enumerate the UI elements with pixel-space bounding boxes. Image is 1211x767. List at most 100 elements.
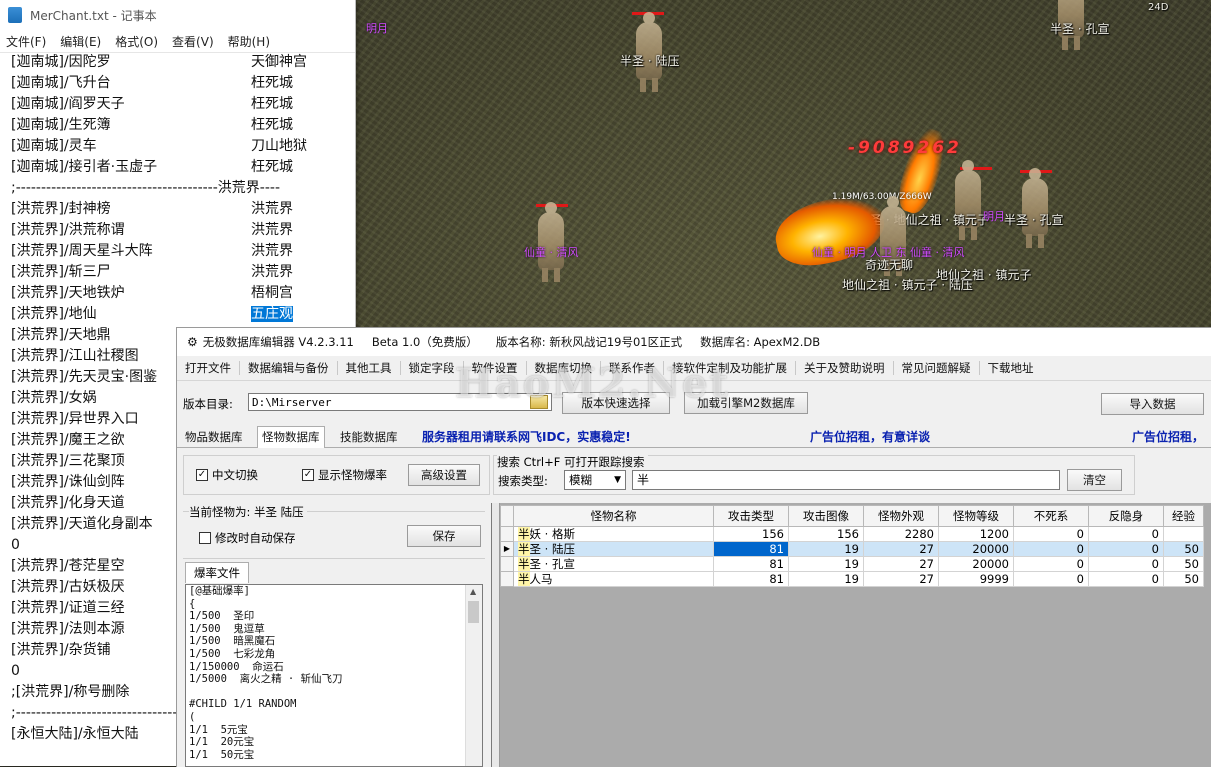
menu-open-file[interactable]: 打开文件 [177, 361, 240, 375]
table-cell[interactable]: 0 [1013, 526, 1089, 542]
table-cell[interactable]: 27 [863, 541, 939, 557]
table-cell[interactable]: 0 [1088, 541, 1164, 557]
save-button[interactable]: 保存 [407, 525, 481, 547]
menu-help[interactable]: 帮助(H) [228, 33, 270, 50]
table-cell[interactable]: 0 [1088, 556, 1164, 572]
table-cell[interactable]: 50 [1163, 571, 1204, 587]
notepad-line[interactable]: [迦南城]/阎罗天子 枉死城 [0, 94, 355, 115]
notepad-line[interactable]: [迦南城]/灵车 刀山地狱 [0, 136, 355, 157]
search-input[interactable]: 半 [632, 470, 1060, 490]
table-cell[interactable]: 0 [1013, 571, 1089, 587]
menu-format[interactable]: 格式(O) [115, 33, 158, 50]
notepad-line[interactable]: [迦南城]/飞升台 枉死城 [0, 73, 355, 94]
ad-text[interactable]: 广告位招租， [1132, 428, 1204, 445]
table-row[interactable]: 半妖 · 格斯 156 156 2280 1200 0 0 [500, 526, 1204, 542]
col-header[interactable]: 不死系 [1013, 505, 1089, 527]
editor-titlebar[interactable]: ⚙ 无极数据库编辑器 V4.2.3.11 Beta 1.0（免费版） 版本名称:… [177, 328, 1211, 356]
col-header[interactable]: 怪物等级 [938, 505, 1014, 527]
table-cell[interactable]: 20000 [938, 556, 1014, 572]
table-cell[interactable]: 27 [863, 556, 939, 572]
dir-input[interactable]: D:\Mirserver [248, 393, 552, 411]
drop-file-text[interactable]: [@基础爆率]{1/500 圣印 1/500 鬼逗草 1/500 暗黑魔石 1/500… [185, 584, 483, 767]
menu-file[interactable]: 文件(F) [6, 33, 46, 50]
col-header[interactable]: 攻击类型 [713, 505, 789, 527]
notepad-line[interactable]: [迦南城]/生死簿 枉死城 [0, 115, 355, 136]
menu-software-settings[interactable]: 软件设置 [464, 361, 527, 375]
advanced-settings-button[interactable]: 高级设置 [408, 464, 480, 486]
autosave-checkbox[interactable]: 修改时自动保存 [199, 530, 296, 546]
table-cell[interactable]: 50 [1163, 556, 1204, 572]
show-drop-rate-checkbox[interactable]: ✓ 显示怪物爆率 [302, 467, 387, 483]
cell-monster-name[interactable]: 半圣 · 孔宣 [513, 556, 714, 572]
table-cell[interactable]: 2280 [863, 526, 939, 542]
row-indicator[interactable] [500, 571, 514, 587]
cell-monster-name[interactable]: 半妖 · 格斯 [513, 526, 714, 542]
notepad-line[interactable]: [洪荒界]/封神榜 洪荒界 [0, 199, 355, 220]
table-cell[interactable]: 19 [788, 541, 864, 557]
table-cell[interactable]: 9999 [938, 571, 1014, 587]
tab-skill-db[interactable]: 技能数据库 [336, 428, 402, 446]
notepad-line[interactable]: [迦南城]/接引者·玉虚子 枉死城 [0, 157, 355, 178]
menu-contact-author[interactable]: 联系作者 [601, 361, 664, 375]
col-header[interactable]: 经验 [1163, 505, 1204, 527]
notepad-line[interactable]: [洪荒界]/斩三尸 洪荒界 [0, 262, 355, 283]
row-indicator[interactable] [500, 556, 514, 572]
table-cell[interactable]: 81 [713, 556, 789, 572]
scroll-thumb[interactable] [468, 601, 479, 623]
menu-view[interactable]: 查看(V) [172, 33, 214, 50]
notepad-line[interactable]: [洪荒界]/洪荒称谓 洪荒界 [0, 220, 355, 241]
table-cell[interactable]: 19 [788, 556, 864, 572]
cell-monster-name[interactable]: 半人马 [513, 571, 714, 587]
tab-monster-db[interactable]: 怪物数据库 [257, 426, 325, 448]
table-cell[interactable]: 50 [1163, 541, 1204, 557]
table-cell[interactable]: 81 [713, 541, 789, 557]
version-select-button[interactable]: 版本快速选择 [562, 392, 670, 414]
grid-splitter[interactable] [492, 503, 500, 767]
menu-db-switch[interactable]: 数据库切换 [527, 361, 601, 375]
table-cell[interactable]: 0 [1088, 526, 1164, 542]
row-pointer-icon[interactable]: ▶ [500, 541, 514, 557]
folder-icon[interactable] [530, 395, 548, 409]
table-cell[interactable]: 20000 [938, 541, 1014, 557]
scroll-up-icon[interactable]: ▲ [470, 587, 476, 596]
table-row[interactable]: 半人马 81 19 27 9999 0 0 50 [500, 571, 1204, 587]
table-cell[interactable]: 81 [713, 571, 789, 587]
col-header[interactable]: 反隐身 [1088, 505, 1164, 527]
table-row[interactable]: ▶ 半圣 · 陆压 81 19 27 20000 0 0 50 [500, 541, 1204, 557]
menu-edit[interactable]: 编辑(E) [60, 33, 101, 50]
table-cell[interactable]: 19 [788, 571, 864, 587]
menu-faq[interactable]: 常见问题解疑 [894, 361, 980, 375]
ad-text[interactable]: 广告位招租，有意详谈 [810, 428, 930, 445]
ad-text[interactable]: 服务器租用请联系网飞IDC，实惠稳定! [422, 428, 631, 445]
notepad-line[interactable]: [迦南城]/因陀罗 天御神宫 [0, 52, 355, 73]
menu-about[interactable]: 关于及赞助说明 [796, 361, 894, 375]
clear-button[interactable]: 清空 [1067, 469, 1122, 491]
table-row[interactable]: 半圣 · 孔宣 81 19 27 20000 0 0 50 [500, 556, 1204, 572]
table-cell[interactable]: 0 [1013, 541, 1089, 557]
table-cell[interactable]: 0 [1013, 556, 1089, 572]
chinese-toggle-checkbox[interactable]: ✓ 中文切换 [196, 467, 258, 483]
search-type-select[interactable]: 模糊 ▼ [564, 470, 626, 490]
tab-item-db[interactable]: 物品数据库 [181, 428, 247, 446]
notepad-line[interactable]: ;---------------------------------------… [0, 178, 355, 199]
table-cell[interactable]: 27 [863, 571, 939, 587]
tab-drop-file[interactable]: 爆率文件 [185, 562, 249, 583]
table-cell[interactable]: 1200 [938, 526, 1014, 542]
scrollbar[interactable]: ▲ [465, 585, 482, 766]
menu-download[interactable]: 下载地址 [980, 361, 1042, 375]
col-header[interactable]: 怪物名称 [513, 505, 714, 527]
menu-data-edit-backup[interactable]: 数据编辑与备份 [240, 361, 338, 375]
row-indicator[interactable] [500, 526, 514, 542]
notepad-line[interactable]: [洪荒界]/天地铁炉 梧桐宫 [0, 283, 355, 304]
menu-other-tools[interactable]: 其他工具 [338, 361, 401, 375]
cell-monster-name[interactable]: 半圣 · 陆压 [513, 541, 714, 557]
menu-lock-fields[interactable]: 锁定字段 [401, 361, 464, 375]
table-cell[interactable]: 156 [713, 526, 789, 542]
table-cell[interactable]: 0 [1088, 571, 1164, 587]
menu-custom-dev[interactable]: 接软件定制及功能扩展 [664, 361, 796, 375]
table-cell[interactable] [1163, 526, 1204, 542]
notepad-titlebar[interactable]: MerChant.txt - 记事本 [0, 0, 355, 30]
table-cell[interactable]: 156 [788, 526, 864, 542]
col-header[interactable]: 攻击图像 [788, 505, 864, 527]
col-header[interactable]: 怪物外观 [863, 505, 939, 527]
